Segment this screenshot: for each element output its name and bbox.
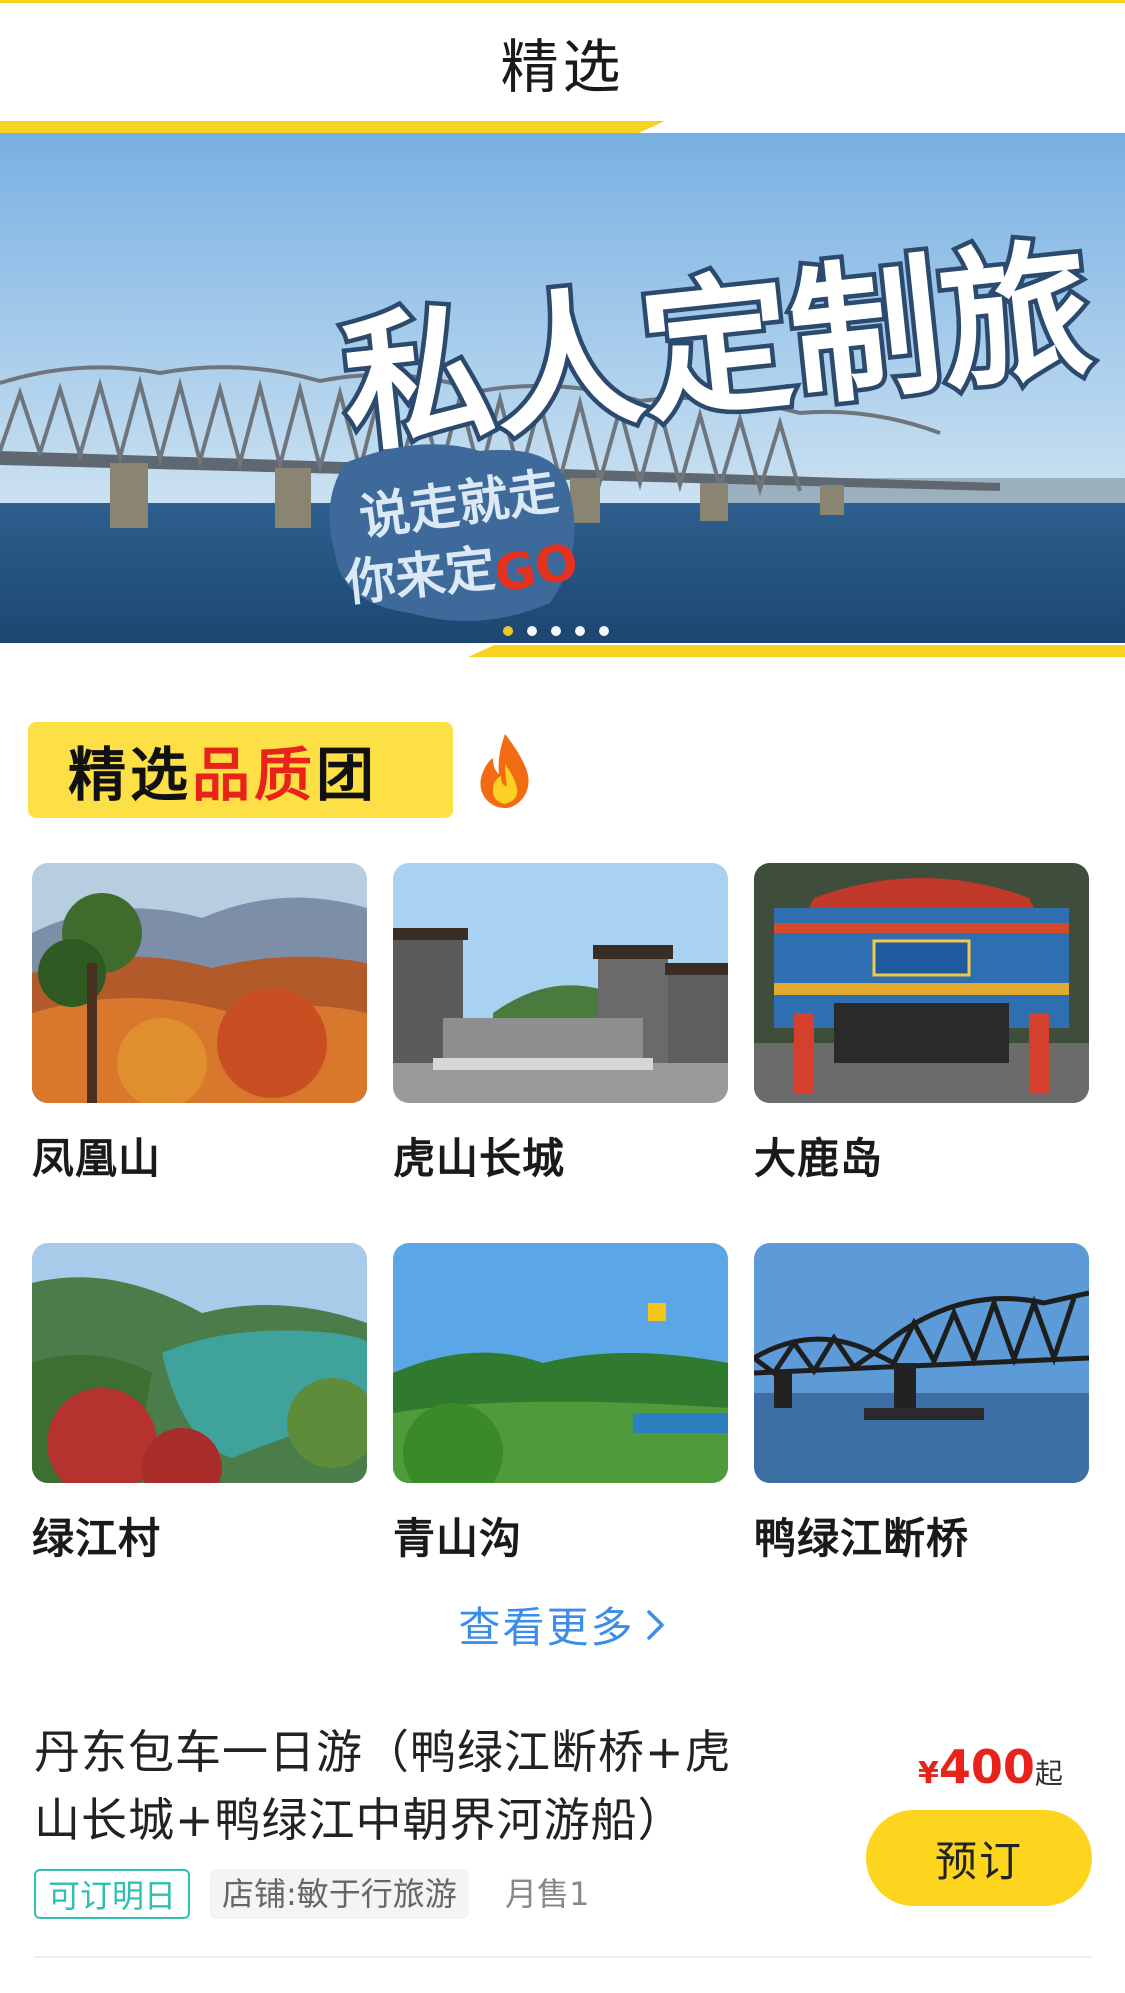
- destination-card[interactable]: 青山沟: [393, 1243, 728, 1566]
- carousel-dots: [503, 626, 609, 636]
- product-title[interactable]: 丹东包车一日游（鸭绿江断桥+虎山长城+鸭绿江中朝界河游船）: [34, 1718, 774, 1854]
- shop-tag[interactable]: 店铺:敏于行旅游: [210, 1869, 469, 1919]
- destination-image: [754, 863, 1089, 1103]
- carousel-dot[interactable]: [503, 626, 513, 636]
- view-more-link[interactable]: 查看更多: [0, 1594, 1125, 1655]
- destination-name: 大鹿岛: [754, 1134, 884, 1183]
- destination-name: 鸭绿江断桥: [754, 1514, 970, 1563]
- destination-image: [32, 863, 367, 1103]
- carousel-dot[interactable]: [551, 626, 561, 636]
- promo-banner[interactable]: 私人定制旅 说走就走 你来定 GO: [0, 133, 1125, 643]
- section-title-part2: 品质: [192, 741, 317, 809]
- section-title: 精选 品质 团: [28, 722, 453, 818]
- price-suffix: 起: [1034, 1757, 1063, 1790]
- carousel-dot[interactable]: [599, 626, 609, 636]
- view-more-label: 查看更多: [458, 1603, 635, 1652]
- page-title: 精选: [500, 33, 625, 101]
- section-title-part3: 团: [316, 741, 379, 809]
- destination-name: 虎山长城: [393, 1134, 566, 1183]
- destination-image: [32, 1243, 367, 1483]
- price-currency: ¥: [918, 1756, 939, 1791]
- carousel-dot[interactable]: [575, 626, 585, 636]
- destination-name: 凤凰山: [32, 1134, 162, 1183]
- banner-image: 私人定制旅 说走就走 你来定 GO: [0, 133, 1125, 643]
- page-header: 精选: [0, 3, 1125, 121]
- section-title-part1: 精选: [68, 741, 193, 809]
- destination-card[interactable]: 虎山长城: [393, 863, 728, 1186]
- destination-card[interactable]: 绿江村: [32, 1243, 367, 1566]
- product-price: ¥400起: [918, 1740, 1063, 1794]
- carousel-dot[interactable]: [527, 626, 537, 636]
- destination-image: [393, 863, 728, 1103]
- fire-icon: [480, 734, 529, 808]
- banner-yellow-stripe: [468, 645, 1125, 657]
- bookable-tomorrow-tag: 可订明日: [34, 1869, 191, 1919]
- destination-card[interactable]: 鸭绿江断桥: [754, 1243, 1089, 1566]
- price-value: 400: [938, 1740, 1035, 1794]
- destination-image: [754, 1243, 1089, 1483]
- book-button[interactable]: 预订: [866, 1810, 1092, 1906]
- monthly-sales: 月售1: [505, 1875, 590, 1913]
- destination-name: 青山沟: [393, 1514, 523, 1563]
- destination-image: [393, 1243, 728, 1483]
- destination-card[interactable]: 大鹿岛: [754, 863, 1089, 1186]
- chevron-right-icon: [645, 1603, 667, 1652]
- destination-name: 绿江村: [32, 1514, 162, 1563]
- header-yellow-stripe: [0, 121, 665, 133]
- divider: [34, 1956, 1092, 1958]
- destination-card[interactable]: 凤凰山: [32, 863, 367, 1186]
